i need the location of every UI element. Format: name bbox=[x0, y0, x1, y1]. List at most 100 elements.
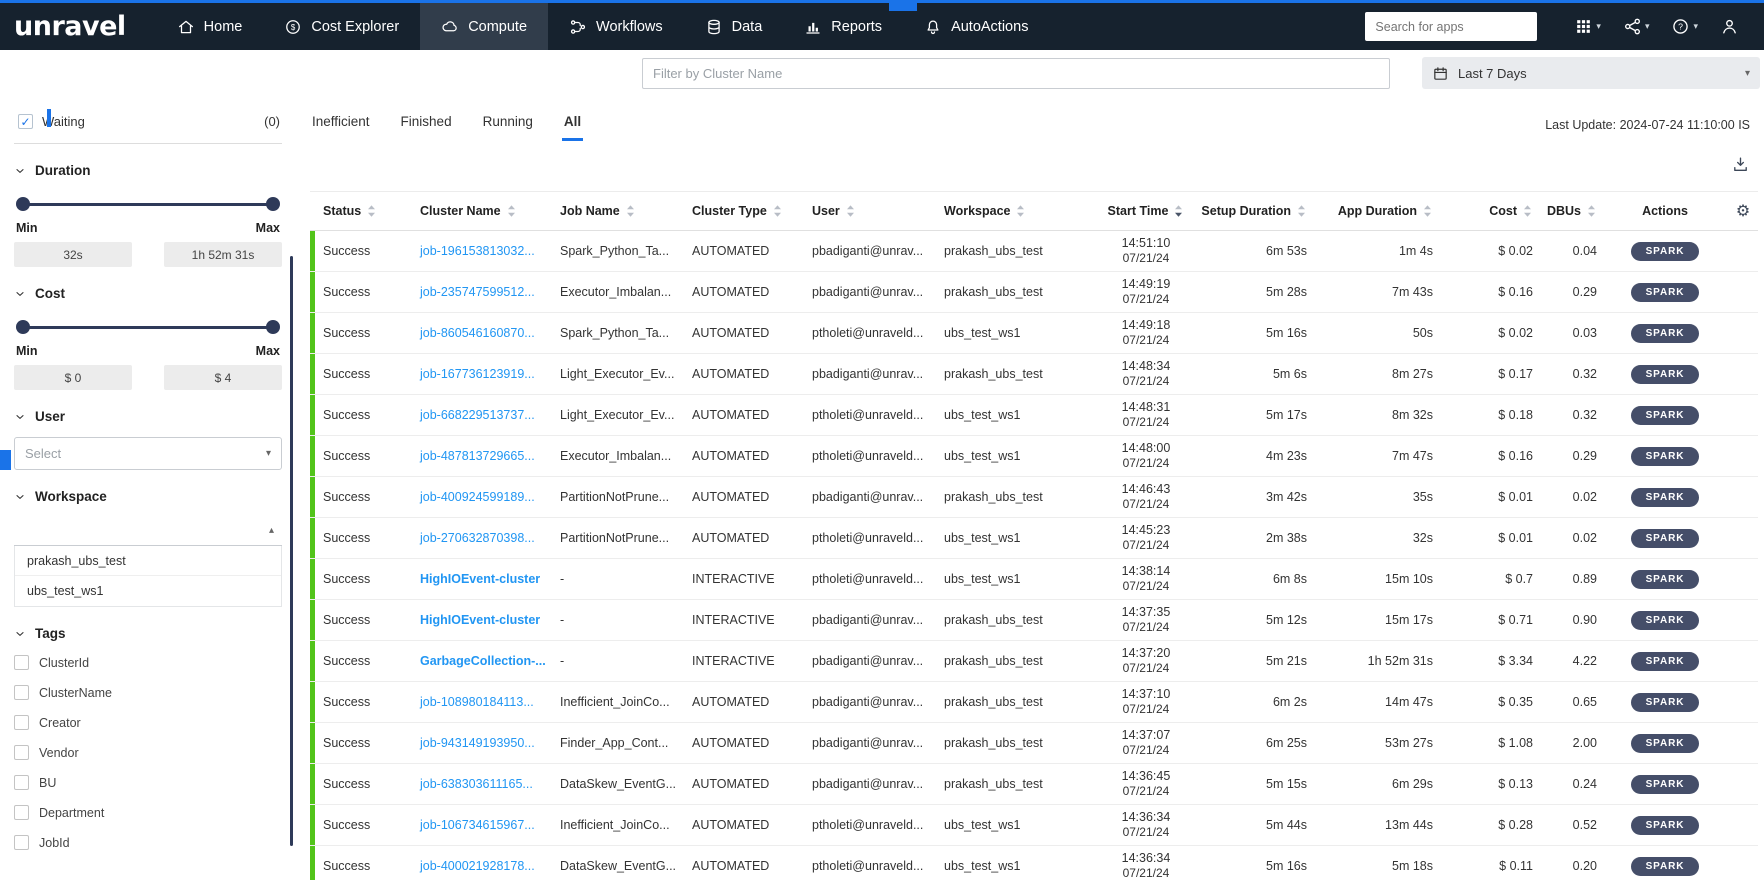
checkbox[interactable] bbox=[14, 745, 29, 760]
duration-min-value[interactable]: 32s bbox=[14, 242, 132, 267]
spark-action-badge[interactable]: SPARK bbox=[1631, 447, 1700, 466]
cost-max-value[interactable]: $ 4 bbox=[164, 365, 282, 390]
cost-min-value[interactable]: $ 0 bbox=[14, 365, 132, 390]
cluster-name-link[interactable]: GarbageCollection-... bbox=[412, 654, 552, 668]
tag-filter-jobid[interactable]: JobId bbox=[14, 835, 282, 850]
spark-action-badge[interactable]: SPARK bbox=[1631, 283, 1700, 302]
cluster-name-filter-input[interactable] bbox=[642, 58, 1390, 89]
duration-min-handle[interactable] bbox=[16, 197, 30, 211]
nav-item-workflows[interactable]: Workflows bbox=[548, 3, 684, 50]
tag-filter-vendor[interactable]: Vendor bbox=[14, 745, 282, 760]
column-header-app-duration[interactable]: App Duration bbox=[1315, 204, 1441, 218]
cost-cell: $ 0.16 bbox=[1441, 449, 1541, 463]
tag-filter-bu[interactable]: BU bbox=[14, 775, 282, 790]
checkbox[interactable] bbox=[14, 835, 29, 850]
spark-action-badge[interactable]: SPARK bbox=[1631, 488, 1700, 507]
cluster-name-link[interactable]: job-108980184113... bbox=[412, 695, 552, 709]
checkbox[interactable] bbox=[14, 715, 29, 730]
column-header-cluster-type[interactable]: Cluster Type bbox=[684, 204, 804, 218]
tab-finished[interactable]: Finished bbox=[399, 108, 454, 141]
cluster-name-link[interactable]: job-196153813032... bbox=[412, 244, 552, 258]
column-header-user[interactable]: User bbox=[804, 204, 936, 218]
spark-action-badge[interactable]: SPARK bbox=[1631, 775, 1700, 794]
column-header-status[interactable]: Status bbox=[315, 204, 412, 218]
tags-section-header[interactable]: Tags bbox=[14, 626, 282, 641]
cost-max-handle[interactable] bbox=[266, 320, 280, 334]
cluster-name-link[interactable]: job-400021928178... bbox=[412, 859, 552, 873]
duration-max-value[interactable]: 1h 52m 31s bbox=[164, 242, 282, 267]
tag-filter-clusterid[interactable]: ClusterId bbox=[14, 655, 282, 670]
nav-item-cost-explorer[interactable]: $Cost Explorer bbox=[263, 3, 420, 50]
dbus-cell: 0.24 bbox=[1541, 777, 1605, 791]
apps-search-input[interactable] bbox=[1365, 12, 1537, 41]
column-header-start-time[interactable]: Start Time bbox=[1091, 204, 1201, 218]
spark-action-badge[interactable]: SPARK bbox=[1631, 365, 1700, 384]
cluster-name-link[interactable]: job-167736123919... bbox=[412, 367, 552, 381]
cluster-name-link[interactable]: job-106734615967... bbox=[412, 818, 552, 832]
spark-action-badge[interactable]: SPARK bbox=[1631, 857, 1700, 876]
nav-item-home[interactable]: Home bbox=[156, 3, 264, 50]
spark-action-badge[interactable]: SPARK bbox=[1631, 529, 1700, 548]
spark-action-badge[interactable]: SPARK bbox=[1631, 734, 1700, 753]
cluster-name-link[interactable]: job-487813729665... bbox=[412, 449, 552, 463]
cluster-name-link[interactable]: job-400924599189... bbox=[412, 490, 552, 504]
spark-action-badge[interactable]: SPARK bbox=[1631, 570, 1700, 589]
tag-filter-clustername[interactable]: ClusterName bbox=[14, 685, 282, 700]
checkbox[interactable] bbox=[14, 805, 29, 820]
nav-item-data[interactable]: Data bbox=[684, 3, 784, 50]
date-range-picker[interactable]: Last 7 Days ▾ bbox=[1422, 57, 1760, 89]
profile-button[interactable] bbox=[1709, 17, 1750, 36]
spark-action-badge[interactable]: SPARK bbox=[1631, 406, 1700, 425]
cost-min-handle[interactable] bbox=[16, 320, 30, 334]
workspace-combobox[interactable]: ▴ bbox=[14, 516, 282, 546]
tab-inefficient[interactable]: Inefficient bbox=[310, 108, 372, 141]
user-select[interactable]: Select ▾ bbox=[14, 437, 282, 470]
column-header-cluster-name[interactable]: Cluster Name bbox=[412, 204, 552, 218]
column-header-dbus[interactable]: DBUs bbox=[1541, 204, 1605, 218]
column-header-setup-duration[interactable]: Setup Duration bbox=[1201, 204, 1315, 218]
column-header-job-name[interactable]: Job Name bbox=[552, 204, 684, 218]
cluster-name-link[interactable]: job-235747599512... bbox=[412, 285, 552, 299]
sidebar-scrollbar[interactable] bbox=[290, 256, 293, 846]
column-header-cost[interactable]: Cost bbox=[1441, 204, 1541, 218]
cluster-name-link[interactable]: job-860546160870... bbox=[412, 326, 552, 340]
workspace-option-prakash-ubs-test[interactable]: prakash_ubs_test bbox=[15, 546, 281, 576]
gear-icon[interactable]: ⚙ bbox=[1736, 201, 1750, 221]
apps-grid-button[interactable]: ▾ bbox=[1563, 17, 1612, 36]
nav-item-autoactions[interactable]: AutoActions bbox=[903, 3, 1049, 50]
checkbox[interactable] bbox=[14, 685, 29, 700]
nav-item-reports[interactable]: Reports bbox=[783, 3, 903, 50]
start-date: 07/21/24 bbox=[1123, 538, 1170, 554]
tag-filter-creator[interactable]: Creator bbox=[14, 715, 282, 730]
integrations-button[interactable]: ▾ bbox=[1612, 17, 1661, 36]
workspace-section-header[interactable]: Workspace bbox=[14, 489, 282, 504]
spark-action-badge[interactable]: SPARK bbox=[1631, 242, 1700, 261]
cost-cell: $ 0.11 bbox=[1441, 859, 1541, 873]
spark-action-badge[interactable]: SPARK bbox=[1631, 652, 1700, 671]
cluster-name-link[interactable]: HighIOEvent-cluster bbox=[412, 572, 552, 586]
column-header-workspace[interactable]: Workspace bbox=[936, 204, 1091, 218]
cluster-name-link[interactable]: job-668229513737... bbox=[412, 408, 552, 422]
spark-action-badge[interactable]: SPARK bbox=[1631, 611, 1700, 630]
workspace-option-ubs-test-ws1[interactable]: ubs_test_ws1 bbox=[15, 576, 281, 606]
tab-all[interactable]: All bbox=[562, 108, 583, 141]
user-section-header[interactable]: User bbox=[14, 409, 282, 424]
cluster-name-link[interactable]: job-943149193950... bbox=[412, 736, 552, 750]
duration-section-header[interactable]: Duration bbox=[14, 163, 282, 178]
cost-section-header[interactable]: Cost bbox=[14, 286, 282, 301]
spark-action-badge[interactable]: SPARK bbox=[1631, 693, 1700, 712]
nav-item-compute[interactable]: Compute bbox=[420, 3, 548, 50]
download-icon[interactable] bbox=[1731, 155, 1750, 181]
help-button[interactable]: ?▾ bbox=[1660, 17, 1709, 36]
spark-action-badge[interactable]: SPARK bbox=[1631, 324, 1700, 343]
cluster-name-link[interactable]: job-638303611165... bbox=[412, 777, 552, 791]
waiting-checkbox[interactable] bbox=[18, 114, 33, 129]
tab-running[interactable]: Running bbox=[481, 108, 535, 141]
checkbox[interactable] bbox=[14, 775, 29, 790]
tag-filter-department[interactable]: Department bbox=[14, 805, 282, 820]
checkbox[interactable] bbox=[14, 655, 29, 670]
duration-max-handle[interactable] bbox=[266, 197, 280, 211]
cluster-name-link[interactable]: job-270632870398... bbox=[412, 531, 552, 545]
spark-action-badge[interactable]: SPARK bbox=[1631, 816, 1700, 835]
cluster-name-link[interactable]: HighIOEvent-cluster bbox=[412, 613, 552, 627]
